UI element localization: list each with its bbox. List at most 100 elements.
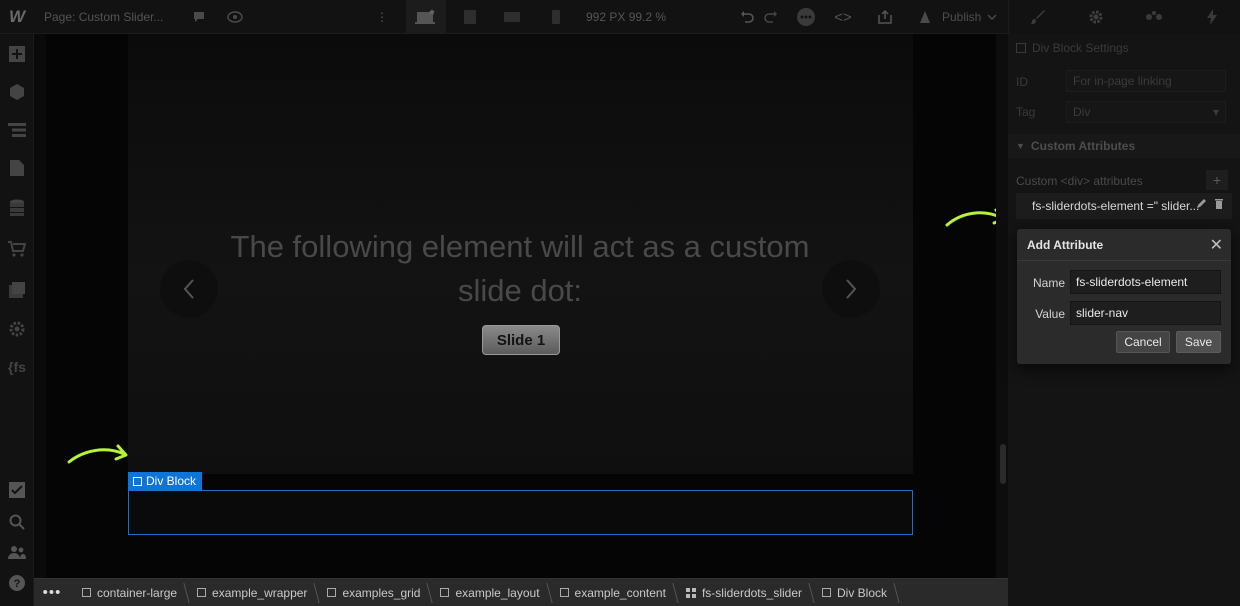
redo-icon[interactable] bbox=[760, 0, 782, 34]
project-settings-gear-icon[interactable] bbox=[0, 314, 34, 344]
add-attribute-dialog: Add Attribute ✕ Name fs-sliderdots-eleme… bbox=[1017, 229, 1231, 364]
attribute-value-input[interactable]: slider-nav bbox=[1070, 301, 1221, 325]
breadcrumb-label: example_content bbox=[574, 585, 666, 600]
tasks-check-icon[interactable] bbox=[0, 475, 34, 505]
publish-rocket-icon bbox=[912, 0, 938, 34]
canvas-scrollbar[interactable] bbox=[996, 34, 1008, 578]
breadcrumb-item[interactable]: fs-sliderdots_slider bbox=[674, 579, 810, 606]
attribute-list-item[interactable]: fs-sliderdots-element =" slider... bbox=[1016, 193, 1232, 219]
caret-down-icon: ▼ bbox=[1016, 141, 1025, 151]
comment-icon[interactable] bbox=[186, 0, 212, 34]
finsweet-app-icon[interactable]: {fs bbox=[0, 352, 34, 382]
breadcrumb-label: example_wrapper bbox=[212, 585, 308, 600]
style-brush-icon[interactable] bbox=[1009, 0, 1067, 34]
dialog-title: Add Attribute bbox=[1027, 238, 1104, 252]
collaborators-icon[interactable] bbox=[794, 0, 818, 34]
trash-icon[interactable] bbox=[1214, 198, 1224, 212]
desktop-breakpoint-icon[interactable] bbox=[406, 0, 446, 34]
add-attribute-button[interactable]: + bbox=[1206, 170, 1228, 190]
chevron-down-icon: ▾ bbox=[1212, 105, 1219, 119]
id-label: ID bbox=[1016, 75, 1028, 89]
settings-title: Div Block Settings bbox=[1032, 41, 1129, 55]
breadcrumb-item[interactable]: examples_grid bbox=[315, 579, 428, 606]
slider-prev-arrow[interactable] bbox=[160, 260, 218, 318]
ecommerce-cart-icon[interactable] bbox=[0, 234, 34, 264]
svg-text:?: ? bbox=[14, 578, 21, 590]
selected-div-block[interactable] bbox=[128, 490, 913, 535]
export-icon[interactable] bbox=[872, 0, 898, 34]
right-panel-tabs bbox=[1008, 0, 1240, 34]
cancel-button[interactable]: Cancel bbox=[1116, 331, 1170, 353]
div-block-icon bbox=[559, 588, 569, 597]
webflow-logo-icon[interactable]: W bbox=[0, 0, 34, 34]
dialog-divider bbox=[1017, 260, 1231, 261]
div-block-icon bbox=[133, 476, 142, 486]
breadcrumb-item[interactable]: Div Block bbox=[810, 579, 895, 606]
users-icon[interactable] bbox=[0, 537, 34, 567]
div-block-icon bbox=[197, 588, 207, 597]
breadcrumb-item[interactable]: example_wrapper bbox=[185, 579, 315, 606]
interactions-icon[interactable] bbox=[1125, 0, 1183, 34]
breadcrumb: ••• container-large example_wrapper exam… bbox=[34, 578, 1008, 606]
add-element-icon[interactable] bbox=[0, 39, 34, 69]
custom-attributes-section[interactable]: ▼ Custom Attributes bbox=[1008, 134, 1240, 158]
undo-icon[interactable] bbox=[736, 0, 758, 34]
breadcrumb-label: examples_grid bbox=[342, 585, 421, 600]
left-toolbar: {fs ? bbox=[0, 34, 34, 606]
edit-pencil-icon[interactable] bbox=[1196, 198, 1207, 212]
breadcrumb-label: Div Block bbox=[837, 585, 888, 600]
id-input[interactable]: For in-page linking bbox=[1066, 70, 1226, 92]
close-icon[interactable]: ✕ bbox=[1210, 235, 1223, 255]
canvas-scroll-thumb[interactable] bbox=[1000, 444, 1006, 484]
annotation-arrow-left bbox=[67, 444, 128, 464]
components-cube-icon[interactable] bbox=[0, 77, 34, 107]
breadcrumb-label: example_layout bbox=[455, 585, 540, 600]
selected-element-tag[interactable]: Div Block bbox=[128, 472, 203, 490]
slide-dot-button[interactable]: Slide 1 bbox=[482, 325, 560, 355]
value-label: Value bbox=[1035, 307, 1065, 321]
breadcrumb-item[interactable]: example_content bbox=[548, 579, 674, 606]
slider-next-arrow[interactable] bbox=[822, 260, 880, 318]
chevron-down-icon[interactable] bbox=[984, 0, 1000, 34]
breadcrumb-item[interactable]: example_layout bbox=[428, 579, 547, 606]
slider-headline: The following element will act as a cust… bbox=[230, 229, 810, 308]
name-label: Name bbox=[1032, 276, 1065, 290]
code-icon[interactable]: <> bbox=[830, 0, 856, 34]
tablet-breakpoint-icon[interactable] bbox=[452, 0, 488, 34]
more-horizontal-icon[interactable]: ••• bbox=[34, 579, 70, 606]
mobile-portrait-icon[interactable] bbox=[540, 0, 572, 34]
breadcrumb-label: fs-sliderdots_slider bbox=[701, 585, 802, 600]
preview-eye-icon[interactable] bbox=[222, 0, 248, 34]
custom-attributes-caption: Custom <div> attributes bbox=[1016, 174, 1143, 188]
search-icon[interactable] bbox=[0, 507, 34, 537]
div-block-icon bbox=[822, 588, 831, 597]
tag-select-value: Div bbox=[1073, 105, 1091, 119]
slider-grid-icon bbox=[685, 587, 696, 598]
attribute-list-item-text: fs-sliderdots-element =" slider... bbox=[1032, 199, 1200, 213]
div-block-icon bbox=[440, 588, 450, 597]
canvas-width-readout: 992 PX 99.2 % bbox=[586, 10, 667, 24]
tag-select[interactable]: Div ▾ bbox=[1066, 101, 1226, 123]
cms-database-icon[interactable] bbox=[0, 193, 34, 223]
page-selector[interactable]: Page: Custom Slider... bbox=[44, 10, 163, 24]
selected-element-label: Div Block bbox=[146, 474, 197, 488]
pages-icon[interactable] bbox=[0, 153, 34, 183]
assets-images-icon[interactable] bbox=[0, 275, 34, 305]
div-block-icon bbox=[1016, 43, 1026, 53]
attribute-name-input[interactable]: fs-sliderdots-element bbox=[1070, 270, 1221, 294]
settings-gear-icon[interactable] bbox=[1067, 0, 1125, 34]
breadcrumb-item[interactable]: container-large bbox=[70, 579, 185, 606]
breadcrumb-label: container-large bbox=[97, 585, 178, 600]
settings-header: Div Block Settings bbox=[1016, 41, 1129, 55]
div-block-icon bbox=[82, 588, 91, 597]
tag-label: Tag bbox=[1016, 105, 1036, 119]
div-block-icon bbox=[327, 588, 337, 597]
help-icon[interactable]: ? bbox=[0, 568, 34, 598]
publish-button[interactable]: Publish bbox=[942, 10, 981, 24]
lightning-icon[interactable] bbox=[1183, 0, 1240, 34]
mobile-landscape-icon[interactable] bbox=[494, 0, 530, 34]
more-vertical-icon[interactable]: ⋮ bbox=[372, 0, 392, 34]
navigator-icon[interactable] bbox=[0, 115, 34, 145]
custom-attributes-heading: Custom Attributes bbox=[1030, 139, 1136, 153]
save-button[interactable]: Save bbox=[1176, 331, 1221, 353]
